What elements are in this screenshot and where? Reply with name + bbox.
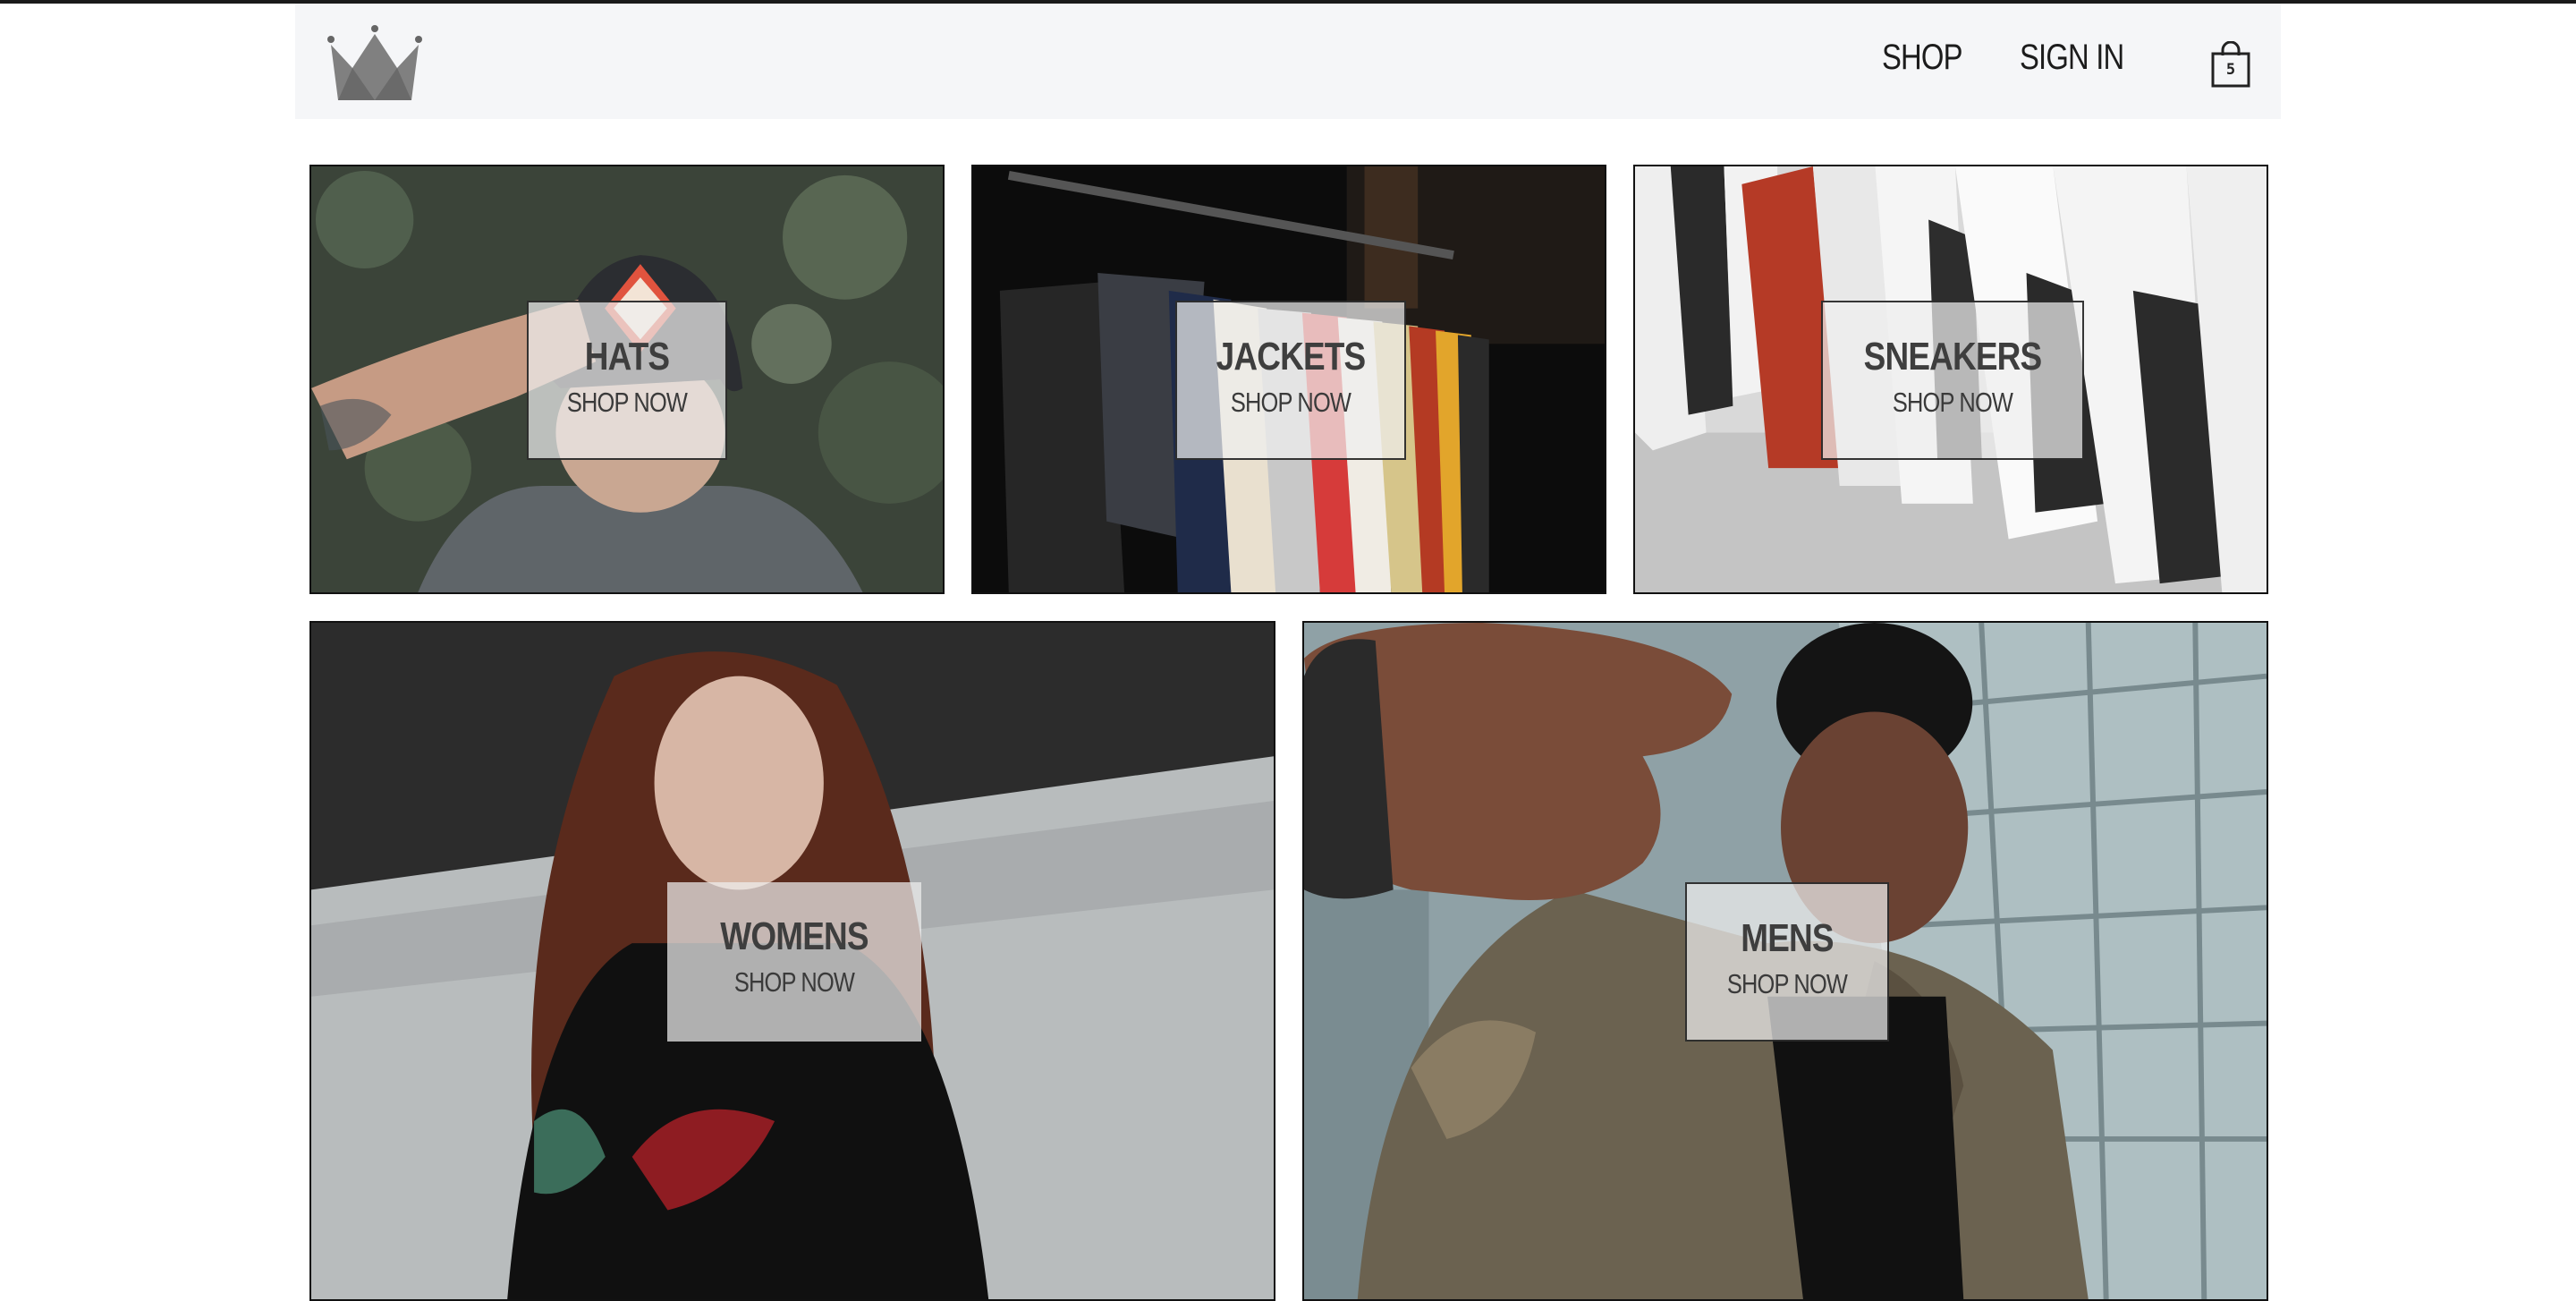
category-card-jackets[interactable]: JACKETS SHOP NOW bbox=[971, 165, 1606, 594]
category-card-mens[interactable]: MENS SHOP NOW bbox=[1302, 621, 2268, 1301]
mens-title: MENS bbox=[1741, 916, 1834, 960]
womens-label-box[interactable]: WOMENS SHOP NOW bbox=[667, 882, 921, 1042]
nav-shop-link[interactable]: SHOP bbox=[1882, 38, 1962, 78]
womens-title: WOMENS bbox=[720, 914, 869, 958]
hats-shop-now[interactable]: SHOP NOW bbox=[547, 387, 708, 419]
cart-button[interactable]: 5 bbox=[2209, 40, 2252, 88]
hats-label-box[interactable]: HATS SHOP NOW bbox=[527, 301, 727, 460]
jackets-label-box[interactable]: JACKETS SHOP NOW bbox=[1175, 301, 1406, 460]
category-card-womens[interactable]: WOMENS SHOP NOW bbox=[309, 621, 1275, 1301]
category-card-sneakers[interactable]: SNEAKERS SHOP NOW bbox=[1633, 165, 2268, 594]
sneakers-label-box[interactable]: SNEAKERS SHOP NOW bbox=[1821, 301, 2084, 460]
jackets-title: JACKETS bbox=[1216, 335, 1366, 378]
nav-signin-link[interactable]: SIGN IN bbox=[2020, 38, 2124, 78]
sneakers-title: SNEAKERS bbox=[1863, 335, 2043, 378]
jackets-shop-now[interactable]: SHOP NOW bbox=[1198, 387, 1384, 419]
header: SHOP SIGN IN 5 bbox=[295, 4, 2281, 119]
mens-label-box[interactable]: MENS SHOP NOW bbox=[1685, 882, 1889, 1042]
mens-shop-now[interactable]: SHOP NOW bbox=[1705, 968, 1869, 1000]
hats-title: HATS bbox=[584, 335, 670, 378]
category-card-hats[interactable]: HATS SHOP NOW bbox=[309, 165, 945, 594]
crown-icon[interactable] bbox=[326, 23, 424, 104]
sneakers-shop-now[interactable]: SHOP NOW bbox=[1846, 387, 2059, 419]
womens-shop-now[interactable]: SHOP NOW bbox=[691, 966, 899, 999]
cart-count: 5 bbox=[2225, 61, 2236, 79]
